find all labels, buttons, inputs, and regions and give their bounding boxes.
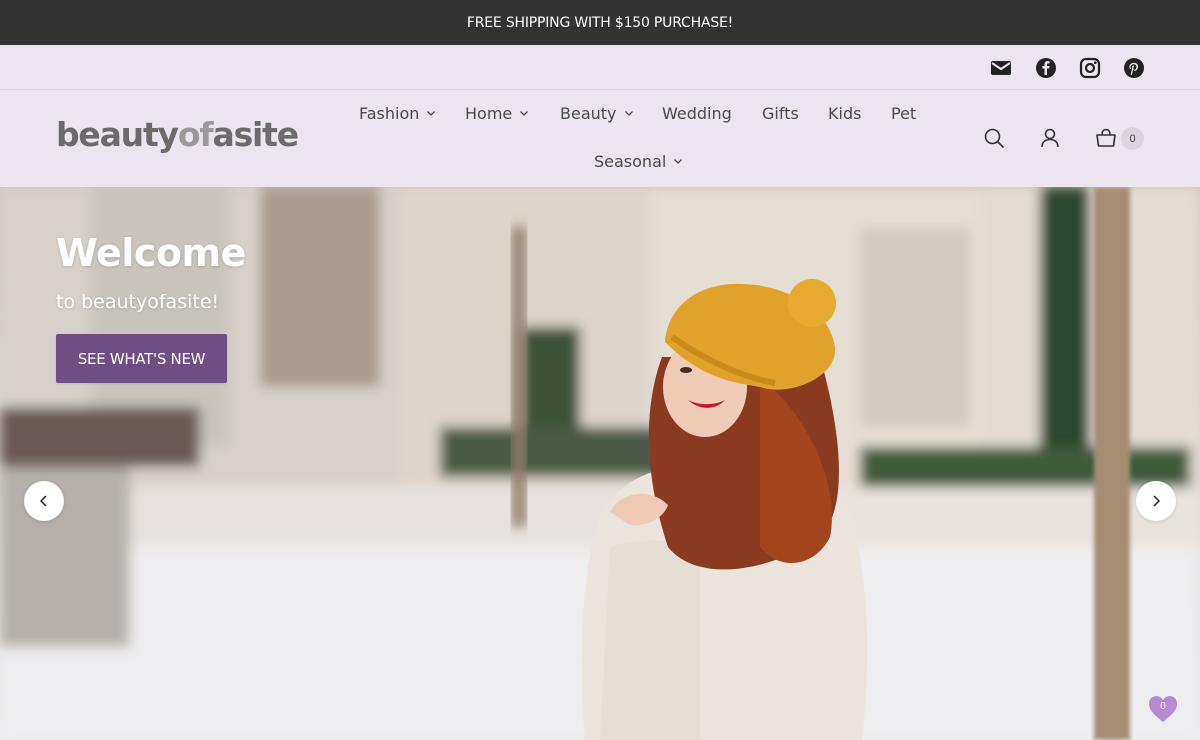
chevron-down-icon <box>520 111 529 116</box>
nav-fashion[interactable]: Fashion <box>359 101 436 125</box>
facebook-icon[interactable] <box>1034 56 1058 80</box>
announcement-bar: FREE SHIPPING WITH $150 PURCHASE! <box>0 0 1200 45</box>
nav-pet-label: Pet <box>891 103 917 123</box>
search-icon[interactable] <box>982 126 1006 150</box>
nav-wedding-label: Wedding <box>662 103 732 123</box>
wishlist-count: 0 <box>1160 701 1166 712</box>
slideshow-next-button[interactable] <box>1136 481 1176 521</box>
nav-kids-label: Kids <box>828 103 862 123</box>
logo-text-2: of <box>177 115 214 154</box>
nav-home-label: Home <box>465 103 513 123</box>
nav-fashion-label: Fashion <box>359 103 420 123</box>
social-bar <box>0 45 1200 90</box>
nav-pet[interactable]: Pet <box>891 101 916 125</box>
nav-seasonal[interactable]: Seasonal <box>594 149 683 173</box>
cart-count-badge[interactable]: 0 <box>1121 127 1144 150</box>
announcement-text: FREE SHIPPING WITH $150 PURCHASE! <box>466 14 734 31</box>
hero-title: Welcome <box>56 231 246 275</box>
see-whats-new-button[interactable]: SEE WHAT'S NEW <box>56 334 227 383</box>
logo-text-3: asite <box>212 115 300 154</box>
nav-wedding[interactable]: Wedding <box>662 101 732 125</box>
hero-subtitle: to beautyofasite! <box>56 291 220 313</box>
chevron-down-icon <box>674 159 683 164</box>
account-icon[interactable] <box>1038 126 1062 150</box>
slideshow-prev-button[interactable] <box>24 481 64 521</box>
pinterest-icon[interactable] <box>1122 56 1146 80</box>
instagram-icon[interactable] <box>1078 56 1102 80</box>
chevron-down-icon <box>624 111 633 116</box>
site-logo[interactable]: beautyofasite <box>56 114 300 156</box>
nav-gifts-label: Gifts <box>762 103 799 123</box>
site-header: beautyofasite Fashion Home Beauty Weddin… <box>0 90 1200 187</box>
nav-beauty-label: Beauty <box>560 103 617 123</box>
chevron-right-icon <box>1153 495 1161 507</box>
wishlist-button[interactable]: 0 <box>1146 693 1180 725</box>
nav-kids[interactable]: Kids <box>828 101 861 125</box>
nav-home[interactable]: Home <box>465 101 529 125</box>
logo-text-1: beauty <box>56 115 179 154</box>
chevron-left-icon <box>39 495 47 507</box>
chevron-down-icon <box>427 111 436 116</box>
nav-seasonal-label: Seasonal <box>594 151 667 171</box>
nav-beauty[interactable]: Beauty <box>560 101 634 125</box>
nav-gifts[interactable]: Gifts <box>762 101 799 125</box>
cart-icon[interactable] <box>1094 126 1118 150</box>
email-icon[interactable] <box>989 56 1013 80</box>
hero-slideshow: Welcome to beautyofasite! SEE WHAT'S NEW <box>0 187 1200 740</box>
